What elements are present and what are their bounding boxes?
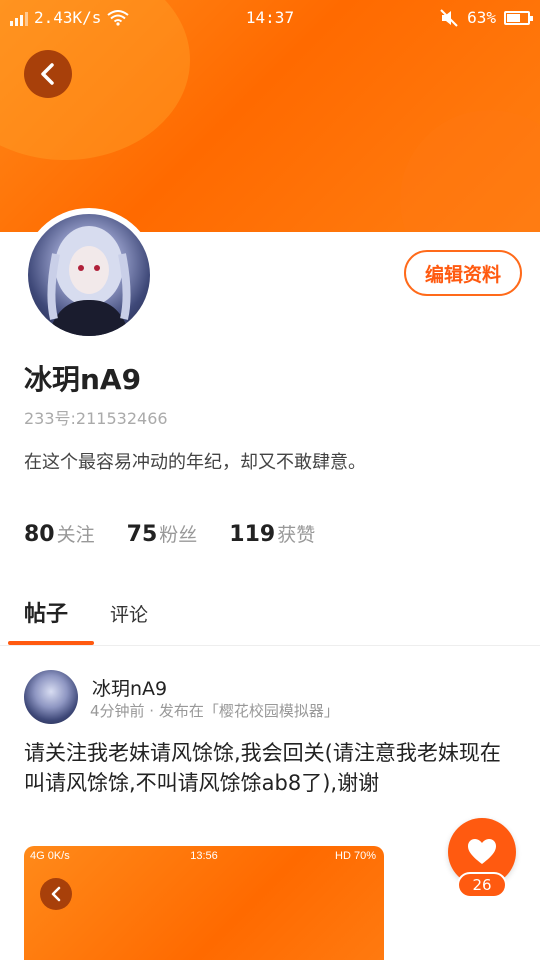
post-author-avatar[interactable] bbox=[24, 670, 78, 724]
stat-label: 获赞 bbox=[277, 524, 316, 546]
image-status-right: HD 70% bbox=[335, 850, 376, 862]
like-count: 26 bbox=[457, 872, 507, 898]
stat-label: 粉丝 bbox=[159, 524, 198, 546]
user-bio: 在这个最容易冲动的年纪，却又不敢肆意。 bbox=[24, 452, 366, 473]
profile-avatar[interactable] bbox=[22, 208, 156, 342]
username: 冰玥nA9 bbox=[24, 363, 142, 396]
banner-decoration bbox=[400, 110, 540, 232]
chevron-left-icon bbox=[51, 886, 61, 902]
tab-posts[interactable]: 帖子 bbox=[24, 596, 68, 628]
image-status-bar: 4G 0K/s 13:56 HD 70% bbox=[24, 850, 384, 866]
back-button[interactable] bbox=[24, 50, 72, 98]
status-bar: 2.43K/s 14:37 63% bbox=[0, 0, 540, 36]
post-author[interactable]: 冰玥nA9 bbox=[92, 674, 167, 701]
image-back-icon bbox=[40, 878, 72, 910]
battery-percent: 63% bbox=[467, 8, 496, 27]
avatar-image bbox=[47, 226, 131, 336]
stat-label: 关注 bbox=[56, 524, 95, 546]
profile-stats: 80 关注 75 粉丝 119 获赞 bbox=[24, 520, 315, 547]
mute-icon bbox=[440, 8, 458, 27]
tab-indicator bbox=[8, 641, 94, 645]
stat-following[interactable]: 80 关注 bbox=[24, 520, 95, 547]
stat-number: 80 bbox=[24, 522, 55, 547]
stat-number: 119 bbox=[229, 522, 276, 547]
post-meta: 4分钟前 · 发布在「樱花校园模拟器」 bbox=[90, 702, 339, 720]
user-id: 233号:211532466 bbox=[24, 409, 168, 428]
post-image[interactable]: 4G 0K/s 13:56 HD 70% bbox=[24, 846, 384, 960]
post-text[interactable]: 请关注我老妹请风馀馀,我会回关(请注意我老妹现在叫请风馀馀,不叫请风馀馀ab8了… bbox=[24, 738, 520, 798]
stat-likes[interactable]: 119 获赞 bbox=[229, 520, 315, 547]
chevron-left-icon bbox=[41, 63, 54, 85]
heart-icon bbox=[468, 839, 496, 864]
stat-followers[interactable]: 75 粉丝 bbox=[127, 520, 198, 547]
profile-tabs: 帖子 评论 bbox=[0, 590, 540, 646]
stat-number: 75 bbox=[126, 522, 158, 547]
edit-profile-button[interactable]: 编辑资料 bbox=[404, 250, 522, 296]
tab-comments[interactable]: 评论 bbox=[110, 600, 148, 627]
battery-icon bbox=[504, 10, 533, 25]
image-status-time: 13:56 bbox=[190, 850, 218, 862]
